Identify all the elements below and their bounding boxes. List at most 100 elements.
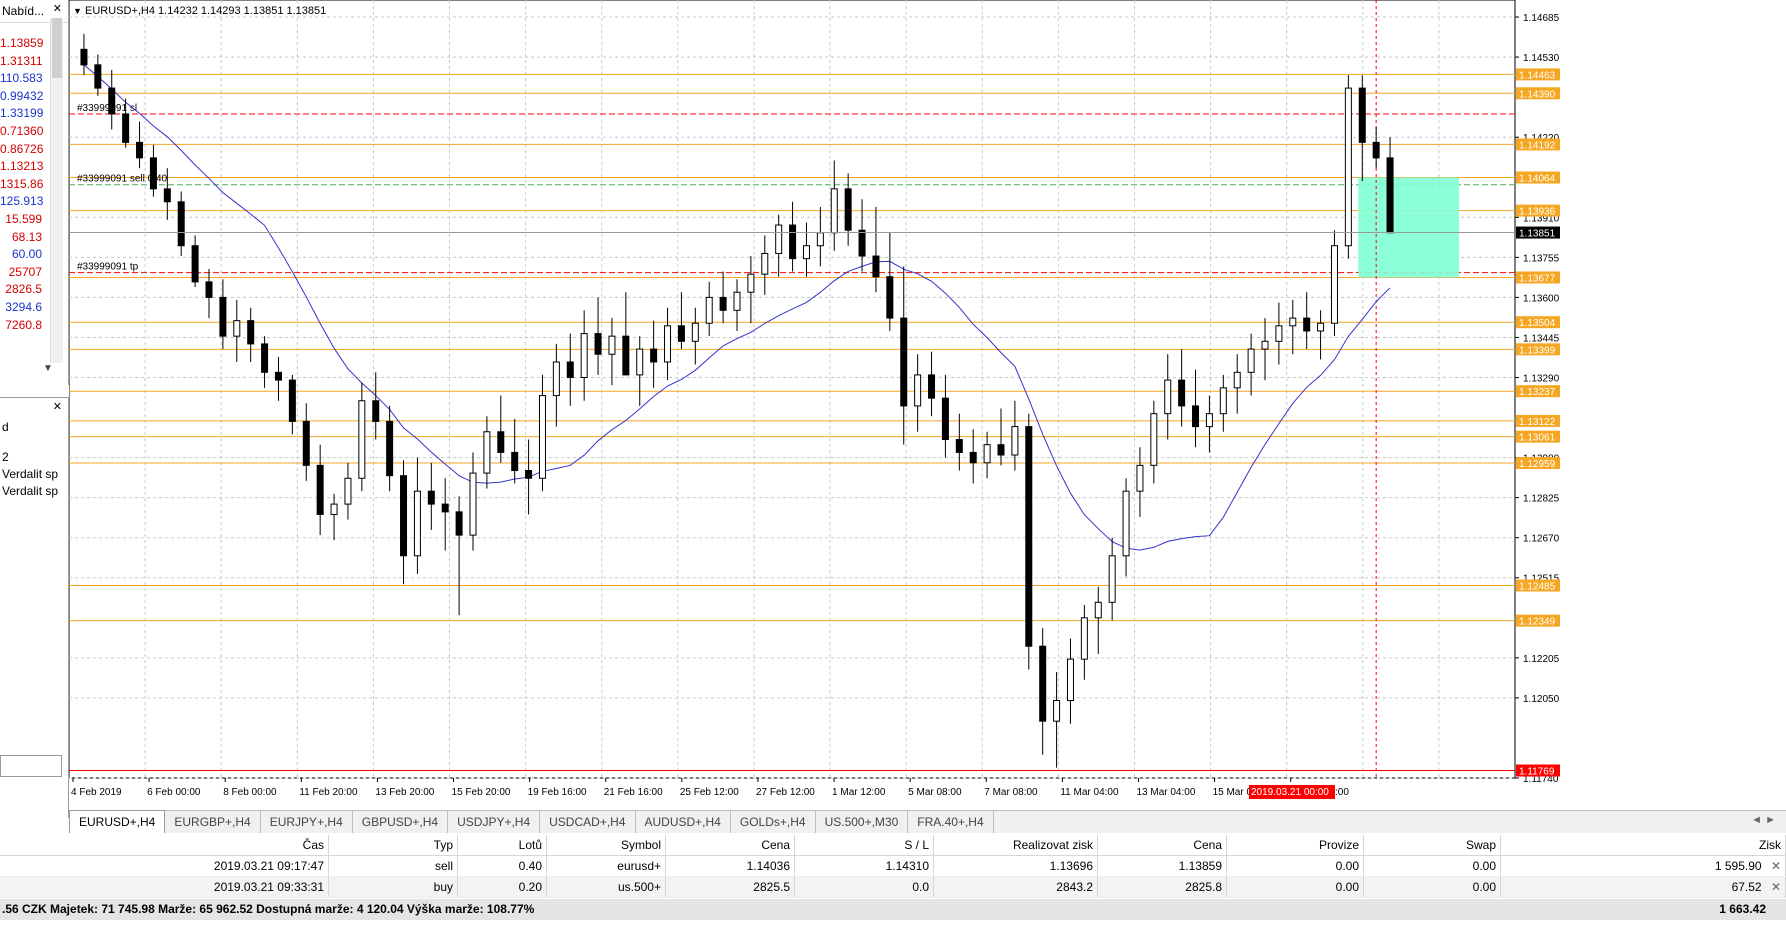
market-watch-price[interactable]: 1.13859 [0, 36, 43, 50]
price-tick-label: 1.14685 [1523, 13, 1560, 24]
market-watch-price[interactable]: 0.71360 [0, 124, 43, 138]
market-watch-price[interactable]: 7260.8 [0, 318, 42, 332]
market-watch-price[interactable]: 1315.86 [0, 177, 43, 191]
level-price-label: 1.14064 [1519, 174, 1556, 185]
time-highlight-label: 2019.03.21 00:00 [1251, 787, 1329, 798]
column-header[interactable]: Symbol [546, 835, 666, 856]
navigator-item[interactable]: Verdalit sp [2, 467, 58, 481]
market-watch-price[interactable]: 60.00 [0, 247, 42, 261]
trade-zone-rectangle[interactable] [1358, 177, 1459, 278]
market-watch-price[interactable]: 25707 [0, 265, 42, 279]
market-watch-price[interactable]: 0.86726 [0, 142, 43, 156]
tab-gbpusd[interactable]: GBPUSD+,H4 [353, 811, 449, 833]
column-header[interactable]: Swap [1363, 835, 1501, 856]
column-header[interactable]: Cena [665, 835, 795, 856]
time-label: 19 Feb 16:00 [528, 787, 587, 798]
candle-body [1261, 340, 1269, 350]
level-price-label: 1.13122 [1519, 417, 1556, 428]
column-header[interactable]: Čas [0, 835, 329, 856]
candle-body [122, 113, 130, 143]
candle-body [177, 201, 185, 247]
candle-body [1330, 245, 1338, 324]
tab-fra40[interactable]: FRA.40+,H4 [908, 811, 994, 833]
candle-body [427, 490, 435, 505]
navigator-item[interactable]: 2 [2, 450, 9, 464]
column-header[interactable]: Lotů [457, 835, 547, 856]
candle-body [1219, 387, 1227, 415]
chevron-down-icon[interactable]: ▼ [43, 363, 53, 374]
close-icon[interactable]: ✕ [53, 400, 62, 413]
market-watch-price[interactable]: 15.599 [0, 212, 42, 226]
market-watch-price[interactable]: 125.913 [0, 194, 43, 208]
candle-body [344, 477, 352, 505]
candle-body [274, 371, 282, 381]
candle-body [705, 296, 713, 324]
candle-body [594, 333, 602, 355]
market-watch-price[interactable]: 1.13213 [0, 159, 43, 173]
close-icon[interactable]: ✕ [1765, 859, 1781, 873]
scrollbar-thumb[interactable] [52, 18, 62, 78]
chart-canvas[interactable]: 1.146851.145301.142201.139101.137551.136… [69, 0, 1786, 810]
column-header[interactable]: Cena [1097, 835, 1227, 856]
candle-body [330, 503, 338, 515]
table-row[interactable]: 2019.03.21 09:17:47 sell 0.40 eurusd+ 1.… [0, 855, 1786, 877]
candle-body [1178, 379, 1186, 407]
market-watch-price[interactable]: 2826.5 [0, 282, 42, 296]
navigator-input[interactable] [0, 755, 62, 777]
trade-table: Čas Typ Lotů Symbol Cena S / L Realizova… [0, 835, 1786, 898]
column-header[interactable]: S / L [794, 835, 934, 856]
close-icon[interactable]: ✕ [53, 2, 62, 15]
market-watch-price[interactable]: 1.33199 [0, 106, 43, 120]
tab-eurusd[interactable]: EURUSD+,H4 [69, 810, 166, 833]
tab-eurgbp[interactable]: EURGBP+,H4 [165, 811, 261, 833]
close-icon[interactable]: ✕ [1765, 880, 1781, 894]
tab-audusd[interactable]: AUDUSD+,H4 [636, 811, 731, 833]
tab-golds[interactable]: GOLDs+,H4 [731, 811, 816, 833]
candle-body [511, 451, 519, 472]
navigator-item[interactable]: Verdalit sp [2, 484, 58, 498]
column-header[interactable]: Realizovat zisk [933, 835, 1098, 856]
time-label: 13 Feb 20:00 [375, 787, 434, 798]
market-watch-price[interactable]: 3294.6 [0, 300, 42, 314]
navigator-item[interactable]: d [2, 420, 9, 434]
market-watch-bid-column[interactable]: Nabíd... [2, 4, 44, 18]
tab-usdcad[interactable]: USDCAD+,H4 [540, 811, 636, 833]
tab-eurjpy[interactable]: EURJPY+,H4 [261, 811, 353, 833]
price-tick-label: 1.12050 [1523, 694, 1560, 705]
candle-body [580, 333, 588, 378]
column-header[interactable]: Zisk [1500, 835, 1786, 856]
price-tick-label: 1.13755 [1523, 253, 1560, 264]
candle-body [1150, 413, 1158, 466]
cell-lots: 0.40 [457, 855, 547, 877]
candle-body [1053, 699, 1061, 722]
time-label: 6 Feb 00:00 [147, 787, 201, 798]
candle-body [622, 335, 630, 376]
candle-body [1358, 87, 1366, 143]
market-watch-price[interactable]: 110.583 [0, 71, 43, 85]
plot-area[interactable] [69, 0, 1516, 779]
table-row[interactable]: 2019.03.21 09:33:31 buy 0.20 us.500+ 282… [0, 876, 1786, 898]
candle-body [566, 361, 574, 378]
candle-body [1205, 413, 1213, 428]
column-header[interactable]: Typ [328, 835, 458, 856]
candle-body [191, 245, 199, 283]
tab-us500[interactable]: US.500+,M30 [816, 811, 909, 833]
price-tick-label: 1.12205 [1523, 654, 1560, 665]
cell-swap: 0.00 [1363, 855, 1501, 877]
column-header[interactable]: Provize [1226, 835, 1364, 856]
market-watch-price[interactable]: 1.31311 [0, 54, 43, 68]
cell-time: 2019.03.21 09:33:31 [0, 876, 329, 898]
tab-scroll-arrows[interactable]: ◄ ► [1751, 814, 1776, 826]
tab-usdjpy[interactable]: USDJPY+,H4 [448, 811, 541, 833]
table-header-row: Čas Typ Lotů Symbol Cena S / L Realizova… [0, 835, 1786, 856]
time-label: 8 Feb 00:00 [223, 787, 277, 798]
market-watch-price[interactable]: 0.99432 [0, 89, 43, 103]
cell-type: sell [328, 855, 458, 877]
scrollbar[interactable] [50, 18, 63, 363]
time-label: 5 Mar 08:00 [908, 787, 962, 798]
price-chart[interactable]: 1.146851.145301.142201.139101.137551.136… [69, 0, 1786, 810]
cell-symbol: us.500+ [546, 876, 666, 898]
market-watch-price[interactable]: 68.13 [0, 230, 42, 244]
candle-body [636, 348, 644, 376]
cell-time: 2019.03.21 09:17:47 [0, 855, 329, 877]
